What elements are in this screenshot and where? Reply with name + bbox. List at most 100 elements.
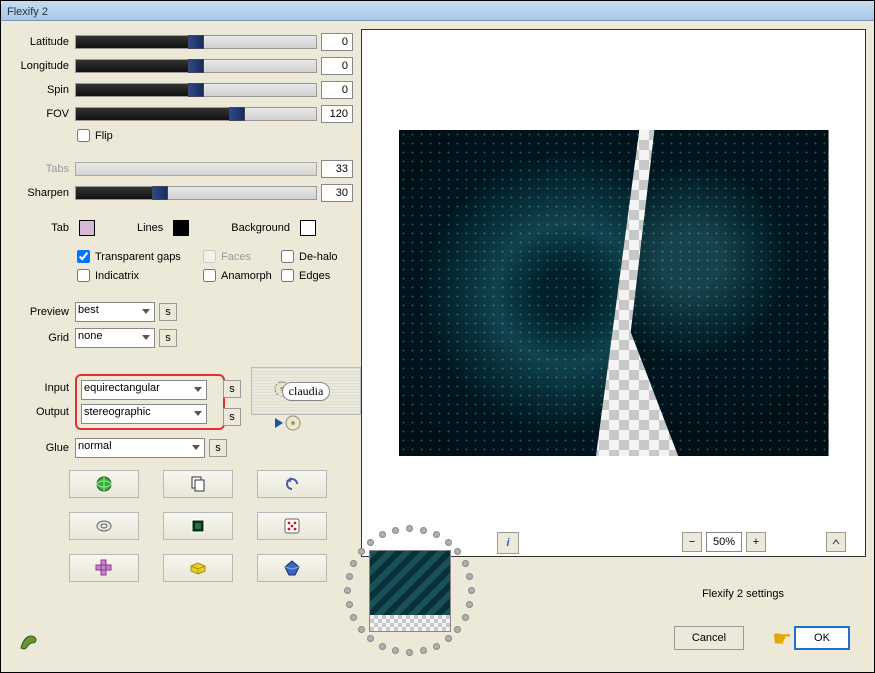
transparent-gaps-input[interactable] xyxy=(77,250,90,263)
lizard-glyph xyxy=(17,630,41,654)
sharpen-label: Sharpen xyxy=(9,187,69,199)
copy-button[interactable] xyxy=(163,470,233,498)
indicatrix-checkbox[interactable]: Indicatrix xyxy=(77,269,185,282)
glue-dropdown[interactable]: normal xyxy=(75,438,205,458)
input-label: Input xyxy=(9,382,69,394)
indicatrix-input[interactable] xyxy=(77,269,90,282)
sharpen-row: Sharpen 30 xyxy=(9,184,353,202)
square-sel-button[interactable] xyxy=(163,512,233,540)
play-disc-button[interactable] xyxy=(271,412,303,434)
spin-slider[interactable] xyxy=(75,83,317,97)
window-title: Flexify 2 xyxy=(7,6,48,18)
tab-color-swatch[interactable] xyxy=(79,220,95,236)
lines-color-swatch[interactable] xyxy=(173,220,189,236)
fov-label: FOV xyxy=(9,108,69,120)
thumbnail-ring[interactable] xyxy=(343,524,477,658)
faces-checkbox: Faces xyxy=(203,250,263,263)
flip-input[interactable] xyxy=(77,129,90,142)
unfold-cross-button[interactable] xyxy=(69,554,139,582)
dehalo-input[interactable] xyxy=(281,250,294,263)
sharpen-slider[interactable] xyxy=(75,186,317,200)
input-s-button[interactable]: s xyxy=(223,380,241,398)
ok-button[interactable]: OK xyxy=(794,626,850,650)
latitude-row: Latitude 0 xyxy=(9,33,353,51)
watermark: claudia xyxy=(251,367,361,415)
info-button[interactable]: i xyxy=(497,532,519,554)
fov-row: FOV 120 xyxy=(9,105,353,123)
unfold-cross-icon xyxy=(95,559,113,577)
grid-dropdown[interactable]: none xyxy=(75,328,155,348)
play-icon xyxy=(274,417,284,429)
preview-row: Preview best s xyxy=(9,302,353,322)
dehalo-checkbox[interactable]: De-halo xyxy=(281,250,338,263)
lines-color-label: Lines xyxy=(137,222,163,234)
grid-label: Grid xyxy=(9,332,69,344)
grid-s-button[interactable]: s xyxy=(159,329,177,347)
fov-value[interactable]: 120 xyxy=(321,105,353,123)
latitude-value[interactable]: 0 xyxy=(321,33,353,51)
color-swatches: Tab Lines Background xyxy=(9,220,353,236)
globe-icon xyxy=(95,475,113,493)
preview-s-button[interactable]: s xyxy=(159,303,177,321)
zoom-value[interactable]: 50% xyxy=(706,532,742,552)
checkbox-row-2: Indicatrix Anamorph Edges xyxy=(77,269,353,282)
brick-button[interactable] xyxy=(163,554,233,582)
tab-color-label: Tab xyxy=(9,222,69,234)
transparent-gaps-checkbox[interactable]: Transparent gaps xyxy=(77,250,185,263)
anamorph-checkbox[interactable]: Anamorph xyxy=(203,269,263,282)
latitude-label: Latitude xyxy=(9,36,69,48)
longitude-row: Longitude 0 xyxy=(9,57,353,75)
undo-button[interactable] xyxy=(257,470,327,498)
tabs-label: Tabs xyxy=(9,163,69,175)
latitude-slider[interactable] xyxy=(75,35,317,49)
torus-button[interactable] xyxy=(69,512,139,540)
preview-dropdown[interactable]: best xyxy=(75,302,155,322)
zoom-out-button[interactable]: − xyxy=(682,532,702,552)
output-s-button[interactable]: s xyxy=(223,408,241,426)
zoom-in-button[interactable]: + xyxy=(746,532,766,552)
disc-icon xyxy=(285,415,301,431)
tool-button-grid xyxy=(69,470,353,582)
square-icon xyxy=(189,517,207,535)
anamorph-input[interactable] xyxy=(203,269,216,282)
edges-checkbox[interactable]: Edges xyxy=(281,269,330,282)
undo-icon xyxy=(283,475,301,493)
globe-button[interactable] xyxy=(69,470,139,498)
dice-icon xyxy=(283,517,301,535)
input-dropdown[interactable]: equirectangular xyxy=(81,380,207,400)
fov-slider[interactable] xyxy=(75,107,317,121)
settings-label: Flexify 2 settings xyxy=(702,588,784,600)
collapse-button[interactable] xyxy=(826,532,846,552)
spin-label: Spin xyxy=(9,84,69,96)
glue-s-button[interactable]: s xyxy=(209,439,227,457)
hand-cursor-icon: ☛ xyxy=(772,626,792,652)
background-color-label: Background xyxy=(231,222,290,234)
spin-value[interactable]: 0 xyxy=(321,81,353,99)
sharpen-value[interactable]: 30 xyxy=(321,184,353,202)
tabs-value[interactable]: 33 xyxy=(321,160,353,178)
preview-label: Preview xyxy=(9,306,69,318)
edges-input[interactable] xyxy=(281,269,294,282)
plugin-dialog: Flexify 2 Latitude 0 Longitude 0 Spin xyxy=(0,0,875,673)
flip-checkbox[interactable]: Flip xyxy=(77,129,113,142)
title-bar[interactable]: Flexify 2 xyxy=(1,1,874,21)
output-dropdown[interactable]: stereographic xyxy=(81,404,207,424)
longitude-value[interactable]: 0 xyxy=(321,57,353,75)
glue-label: Glue xyxy=(9,442,69,454)
gem-icon xyxy=(283,559,301,577)
tabs-slider xyxy=(75,162,317,176)
brick-icon xyxy=(189,559,207,577)
grid-row: Grid none s xyxy=(9,328,353,348)
preview-area[interactable] xyxy=(361,29,866,557)
dice-button[interactable] xyxy=(257,512,327,540)
thumbnail-preview xyxy=(369,550,451,632)
gem-button[interactable] xyxy=(257,554,327,582)
lizard-icon[interactable] xyxy=(17,630,41,654)
faces-input xyxy=(203,250,216,263)
io-highlight-box: equirectangular stereographic xyxy=(75,374,225,430)
longitude-label: Longitude xyxy=(9,60,69,72)
background-color-swatch[interactable] xyxy=(300,220,316,236)
torus-icon xyxy=(95,517,113,535)
longitude-slider[interactable] xyxy=(75,59,317,73)
cancel-button[interactable]: Cancel xyxy=(674,626,744,650)
